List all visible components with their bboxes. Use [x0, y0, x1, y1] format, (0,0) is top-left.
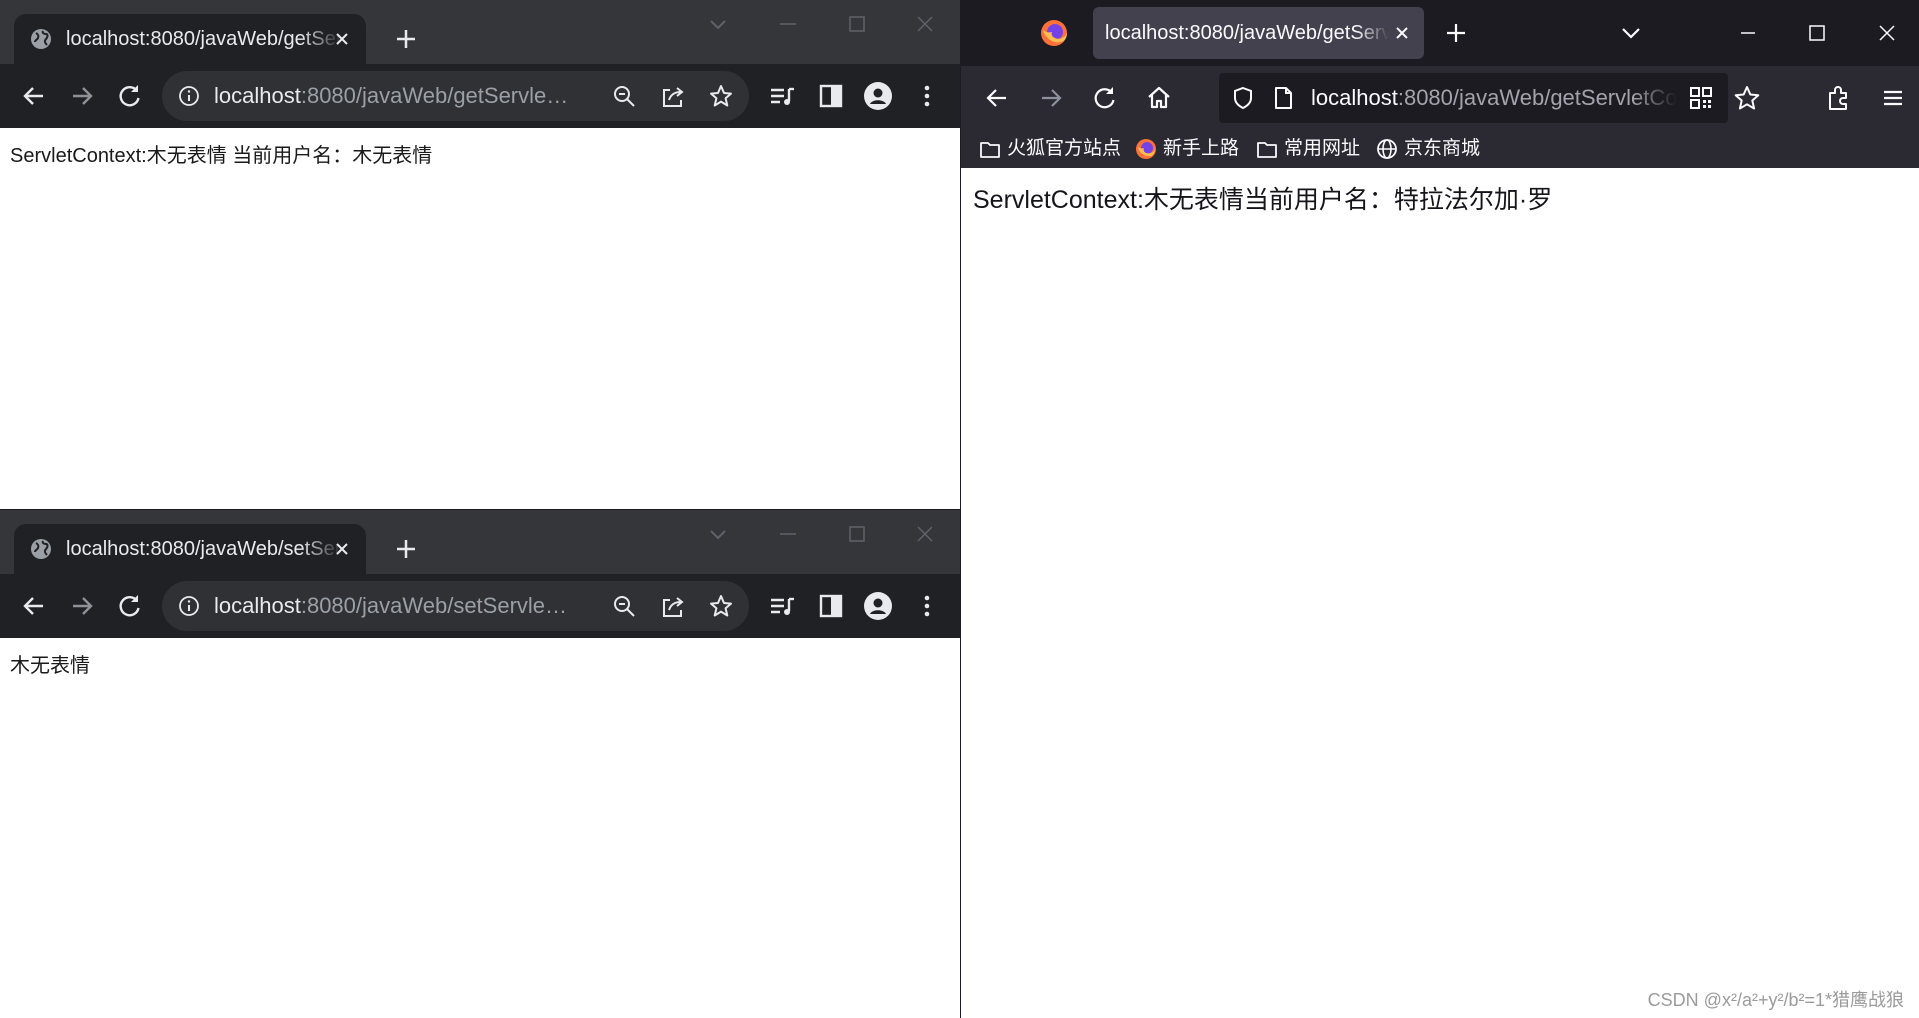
tab-strip: localhost:8080/javaWeb/getServletContext	[0, 0, 960, 64]
tab-search-icon[interactable]	[704, 520, 732, 548]
tab-strip: localhost:8080/javaWeb/getServletContext	[961, 0, 1919, 66]
reload-icon[interactable]	[116, 82, 144, 110]
back-icon[interactable]	[20, 592, 48, 620]
zoom-icon[interactable]	[612, 84, 636, 108]
reload-icon[interactable]	[116, 592, 144, 620]
globe-icon	[1376, 138, 1398, 160]
tab-title: localhost:8080/javaWeb/getServletContext	[66, 28, 342, 50]
page-text: 木无表情	[10, 655, 90, 677]
maximize-icon[interactable]	[843, 520, 871, 548]
maximize-icon[interactable]	[843, 10, 871, 38]
bookmark-star-icon[interactable]	[709, 84, 733, 108]
extensions-icon[interactable]	[1824, 84, 1852, 112]
chrome-window-bottom: localhost:8080/javaWeb/setServletContext	[0, 510, 960, 1018]
new-tab-icon[interactable]	[1443, 20, 1469, 46]
bookmark-label: 京东商城	[1404, 138, 1481, 159]
tab-title: localhost:8080/javaWeb/setServletContext	[66, 538, 342, 560]
toolbar: localhost:8080/javaWeb/setServletC...	[0, 574, 960, 638]
side-panel-icon[interactable]	[817, 82, 845, 110]
chrome-window-top: localhost:8080/javaWeb/getServletContext	[0, 0, 960, 509]
zoom-icon[interactable]	[612, 594, 636, 618]
folder-icon	[979, 138, 1001, 160]
info-icon[interactable]	[178, 595, 200, 617]
more-menu-icon[interactable]	[913, 82, 941, 110]
close-window-icon[interactable]	[1873, 19, 1901, 47]
forward-icon[interactable]	[68, 82, 96, 110]
bookmark-label: 火狐官方站点	[1007, 138, 1122, 159]
tab-search-icon[interactable]	[704, 10, 732, 38]
share-icon[interactable]	[661, 84, 685, 108]
hamburger-menu-icon[interactable]	[1879, 84, 1907, 112]
media-control-icon[interactable]	[768, 82, 796, 110]
toolbar: localhost:8080/javaWeb/getServletC...	[0, 64, 960, 128]
omnibox[interactable]: localhost:8080/javaWeb/setServletC...	[162, 581, 749, 631]
tab-title: localhost:8080/javaWeb/getServletContext	[1105, 22, 1389, 44]
back-icon[interactable]	[983, 84, 1011, 112]
minimize-icon[interactable]	[1734, 19, 1762, 47]
shield-icon[interactable]	[1231, 86, 1255, 110]
close-tab-icon[interactable]	[332, 539, 352, 559]
bookmark-star-icon[interactable]	[1733, 84, 1761, 112]
omnibox[interactable]: localhost:8080/javaWeb/getServletC...	[162, 71, 749, 121]
page-info-icon[interactable]	[1271, 86, 1295, 110]
globe-icon	[30, 538, 52, 560]
maximize-icon[interactable]	[1803, 19, 1831, 47]
bookmark-star-icon[interactable]	[709, 594, 733, 618]
close-window-icon[interactable]	[911, 520, 939, 548]
media-control-icon[interactable]	[768, 592, 796, 620]
tab-active[interactable]: localhost:8080/javaWeb/getServletContext	[14, 14, 366, 64]
list-all-tabs-icon[interactable]	[1618, 20, 1644, 46]
firefox-window: localhost:8080/javaWeb/getServletContext	[961, 0, 1919, 1018]
page-content: ServletContext:木无表情 当前用户名：木无表情	[0, 128, 960, 509]
page-text: ServletContext:木无表情当前用户名：特拉法尔加·罗	[973, 186, 1553, 214]
close-tab-icon[interactable]	[1392, 23, 1412, 43]
page-content: 木无表情	[0, 638, 960, 1018]
tab-active[interactable]: localhost:8080/javaWeb/getServletContext	[1093, 7, 1424, 59]
bookmark-label: 新手上路	[1163, 138, 1240, 159]
profile-avatar-icon[interactable]	[864, 82, 892, 110]
bookmark-label: 常用网址	[1284, 138, 1361, 159]
firefox-logo-icon[interactable]	[1039, 18, 1069, 48]
close-window-icon[interactable]	[911, 10, 939, 38]
new-tab-icon[interactable]	[392, 535, 420, 563]
new-tab-icon[interactable]	[392, 25, 420, 53]
folder-icon	[1256, 138, 1278, 160]
bookmarks-toolbar: 火狐官方站点 新手上路 常用网址 京东商城	[961, 130, 1919, 168]
close-tab-icon[interactable]	[332, 29, 352, 49]
url-text[interactable]: localhost:8080/javaWeb/getServletContext	[1311, 84, 1677, 112]
firefox-icon	[1135, 138, 1157, 160]
share-icon[interactable]	[661, 594, 685, 618]
qr-code-icon[interactable]	[1689, 86, 1713, 110]
info-icon[interactable]	[178, 85, 200, 107]
side-panel-icon[interactable]	[817, 592, 845, 620]
back-icon[interactable]	[20, 82, 48, 110]
url-text[interactable]: localhost:8080/javaWeb/setServletC...	[214, 592, 569, 620]
url-text[interactable]: localhost:8080/javaWeb/getServletC...	[214, 82, 569, 110]
page-text: ServletContext:木无表情 当前用户名：木无表情	[10, 145, 433, 167]
tab-strip: localhost:8080/javaWeb/setServletContext	[0, 510, 960, 574]
forward-icon[interactable]	[68, 592, 96, 620]
minimize-icon[interactable]	[774, 520, 802, 548]
watermark: CSDN @x²/a²+y²/b²=1*猎鹰战狼	[1647, 990, 1904, 1010]
minimize-icon[interactable]	[774, 10, 802, 38]
tab-active[interactable]: localhost:8080/javaWeb/setServletContext	[14, 524, 366, 574]
more-menu-icon[interactable]	[913, 592, 941, 620]
home-icon[interactable]	[1145, 84, 1173, 112]
forward-icon[interactable]	[1037, 84, 1065, 112]
profile-avatar-icon[interactable]	[864, 592, 892, 620]
reload-icon[interactable]	[1091, 84, 1119, 112]
page-content: ServletContext:木无表情当前用户名：特拉法尔加·罗	[961, 168, 1919, 1018]
toolbar: localhost:8080/javaWeb/getServletContext	[961, 66, 1919, 130]
url-bar[interactable]: localhost:8080/javaWeb/getServletContext	[1219, 73, 1728, 123]
globe-icon	[30, 28, 52, 50]
